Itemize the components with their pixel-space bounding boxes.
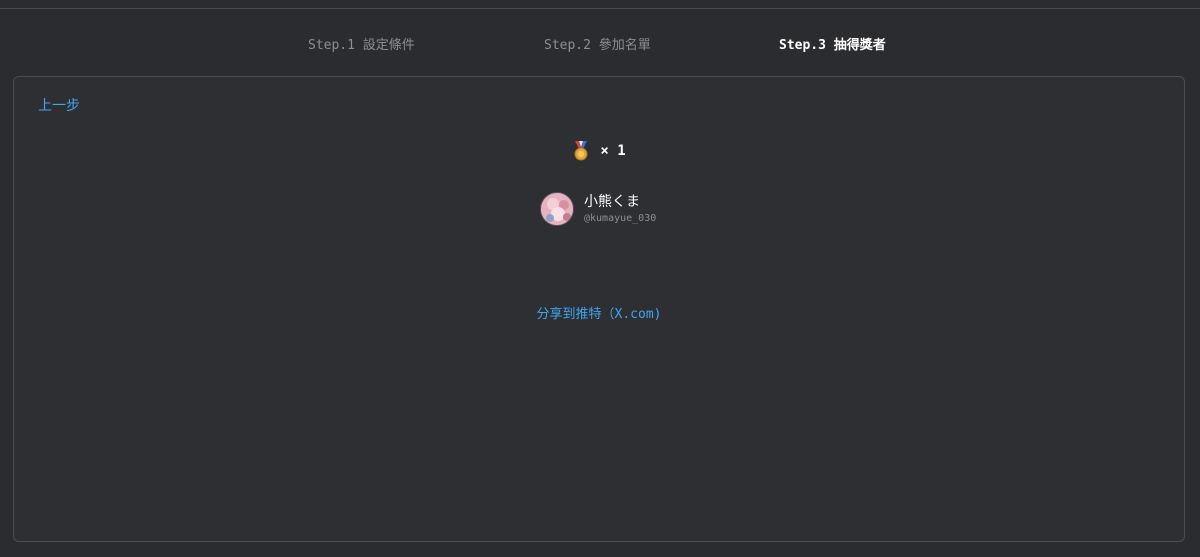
winner-card: 小熊くま @kumayue_030 [540,191,656,227]
step-1-tab[interactable]: Step.1 設定條件 [308,36,415,56]
step-navigation: Step.1 設定條件 Step.2 參加名單 Step.3 抽得獎者 [0,36,1200,60]
avatar[interactable] [540,192,574,226]
prize-count: × 1 [600,143,626,159]
step-2-tab[interactable]: Step.2 參加名單 [544,36,651,56]
top-divider [0,0,1200,9]
winner-name[interactable]: 小熊くま [584,193,656,211]
medal-icon [572,141,590,161]
back-button[interactable]: 上一步 [38,96,80,116]
step-3-tab[interactable]: Step.3 抽得獎者 [779,36,886,56]
result-panel: 上一步 × 1 小熊くま @kumayue_030 分享到推特（X.com) [13,76,1185,542]
share-to-x-button[interactable]: 分享到推特（X.com) [14,305,1184,325]
winner-handle: @kumayue_030 [584,213,657,224]
prize-summary: × 1 [14,139,1184,163]
